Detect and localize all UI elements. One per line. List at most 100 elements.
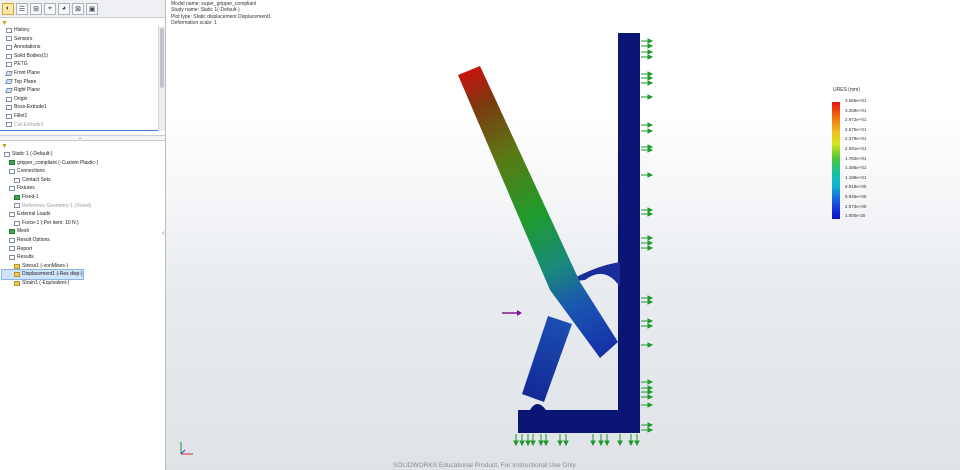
feature-tree-item-label: Front Plane (14, 69, 40, 76)
sim-tree-item[interactable]: Force-1 (:Per item: 10 N:) (2, 219, 79, 228)
feature-tree-item-label: Boss-Extrude1 (14, 104, 47, 111)
dimxpert-icon[interactable]: ⌖ (44, 2, 56, 15)
plot-info: Model name: super_gripper_compliant Stud… (171, 1, 271, 27)
feature-tree-item-label: Origin (14, 95, 28, 102)
sim-tree-item-label: gripper_compliant (-Custom Plastic-) (17, 159, 99, 166)
sim-tree-item-label: Results (17, 254, 34, 261)
manager-toolbar: ◐ ☰ ⊞ ⌖ ◕ ⊠ ▣ (0, 0, 165, 18)
sim-tree-item[interactable]: Connections (2, 167, 45, 176)
feature-icon (6, 122, 12, 128)
feature-icon (6, 27, 12, 33)
feature-tree-item[interactable]: Cut-Extrude1 (2, 121, 157, 130)
feature-tree-item-label: PETG (14, 61, 28, 68)
sim-tree-item[interactable]: Fixtures (2, 184, 35, 193)
sim-tree-item[interactable]: Results (2, 253, 34, 262)
sim-tree-item[interactable]: Fixed-1 (2, 193, 39, 202)
rollback-bar[interactable] (0, 130, 160, 131)
legend-colorbar (832, 102, 840, 219)
feature-tree-item[interactable]: Fillet1 (2, 112, 157, 121)
sim-tree-item[interactable]: Contact Sets (2, 176, 51, 185)
feature-tree-scrollbar[interactable] (158, 26, 165, 131)
sim-tree-item[interactable]: Mesh (2, 227, 29, 236)
sim-tree-item-label: Result Options (17, 236, 50, 243)
legend-tick-label: 2.675e+01 (845, 126, 867, 132)
sim-tree-item-label: Static 1 (-Default-) (12, 151, 53, 157)
feature-icon (6, 44, 12, 50)
feature-tree-item-label: Solid Bodies(1) (14, 52, 48, 59)
sim-tree-item[interactable]: Stress1 (-vonMises-) (2, 262, 68, 271)
feature-tree-item[interactable]: Right Plane (2, 86, 157, 95)
feature-tree: History Sensors Annotations Solid Bodies(1)… (2, 26, 157, 129)
result-plot-icon (14, 272, 20, 278)
sim-tree-item-label: Stress1 (-vonMises-) (22, 262, 69, 269)
sim-tree-item[interactable]: External Loads (2, 210, 50, 219)
status-ok-icon (9, 160, 15, 166)
legend-tick-label: 3.269e+01 (845, 107, 867, 113)
legend-tick-label: 8.918e+00 (845, 184, 867, 190)
configuration-manager-icon[interactable]: ⊞ (30, 2, 42, 15)
legend-tick-label: 2.972e+01 (845, 117, 867, 123)
feature-tree-item[interactable]: Origin (2, 95, 157, 104)
graphics-viewport[interactable] (166, 0, 960, 470)
sim-tree-item[interactable]: Displacement1 (-Res disp-) (1, 269, 84, 280)
feature-manager-panel: ◐ ☰ ⊞ ⌖ ◕ ⊠ ▣ ▼ History Sensors Annotation… (0, 0, 166, 470)
sim-tree-item[interactable]: Result Options (2, 236, 50, 245)
study-item-icon (14, 177, 20, 183)
sim-tree-item[interactable]: Reference Geometry-1 (:Fixed) (2, 202, 91, 211)
study-item-icon (9, 246, 15, 252)
study-item-icon (4, 151, 10, 157)
property-manager-icon[interactable]: ☰ (16, 2, 28, 15)
educational-watermark: SOLIDWORKS Educational Product. For Inst… (393, 462, 578, 469)
feature-icon (6, 113, 12, 119)
collapse-panel-icon[interactable]: ‹ (162, 230, 164, 237)
study-item-icon (9, 211, 15, 217)
study-item-icon (9, 168, 15, 174)
feature-tree-item-label: Cut-Extrude1 (14, 121, 44, 128)
feature-tree-item[interactable]: Boss-Extrude1 (2, 103, 157, 112)
feature-manager-icon[interactable]: ◐ (2, 2, 14, 15)
extra-icon[interactable]: ▣ (86, 2, 98, 15)
feature-icon (6, 36, 12, 42)
study-item-icon (9, 237, 15, 243)
study-item-icon (9, 186, 15, 192)
simulation-study-tree: Static 1 (-Default-) gripper_compliant (-… (1, 150, 157, 288)
feature-tree-item-label: Top Plane (14, 78, 37, 85)
result-plot-icon (14, 263, 20, 269)
sim-tree-item[interactable]: Report (2, 245, 32, 254)
sim-tree-item-label: Connections (17, 168, 45, 175)
legend-tick-label: 1.000e-30 (845, 213, 866, 219)
study-item-icon (14, 203, 20, 209)
feature-tree-scroll-thumb[interactable] (160, 28, 164, 88)
info-deformation-scale: Deformation scale: 1 (171, 20, 217, 27)
feature-tree-item[interactable]: Solid Bodies(1) (2, 52, 157, 61)
sim-tree-item-label: Force-1 (:Per item: 10 N:) (22, 219, 79, 226)
feature-tree-item[interactable]: PETG (2, 60, 157, 69)
plane-icon (5, 87, 13, 93)
sim-tree-item-label: Report (17, 245, 33, 252)
feature-tree-item[interactable]: History (2, 26, 157, 35)
legend-tick-label: 1.783e+01 (845, 155, 867, 161)
legend-tick-label: 2.378e+01 (845, 136, 867, 142)
study-item-icon (9, 254, 15, 260)
feature-tree-item[interactable]: Annotations (2, 43, 157, 52)
splitter-grip-icon[interactable]: ⌄ (78, 136, 82, 141)
sim-filter-icon[interactable]: ▼ (1, 143, 8, 150)
sim-tree-item[interactable]: gripper_compliant (-Custom Plastic-) (2, 159, 98, 168)
sim-tree-item[interactable]: Strain1 (-Equivalent-) (2, 279, 69, 288)
legend-tick-label: 5.945e+00 (845, 194, 867, 199)
feature-tree-item-label: Annotations (14, 44, 41, 51)
sim-tree-item[interactable]: Static 1 (-Default-) (2, 150, 53, 159)
feature-icon (6, 105, 12, 111)
feature-tree-item-label: History (14, 27, 30, 33)
display-manager-icon[interactable]: ◕ (58, 2, 70, 15)
legend-tick-label: 2.973e+00 (845, 203, 867, 209)
feature-tree-item[interactable]: Front Plane (2, 69, 157, 78)
feature-tree-item[interactable]: Sensors (2, 35, 157, 44)
sim-tree-item-label: Reference Geometry-1 (:Fixed) (22, 202, 92, 209)
panel-splitter[interactable]: ⌄ (0, 135, 165, 141)
feature-tree-item[interactable]: Top Plane (2, 78, 157, 87)
simulation-tree-icon[interactable]: ⊠ (72, 2, 84, 15)
feature-tree-item-label: Right Plane (14, 87, 40, 94)
sim-tree-item-label: Fixtures (17, 185, 35, 192)
legend-tick-label: 1.486e+01 (845, 165, 867, 171)
